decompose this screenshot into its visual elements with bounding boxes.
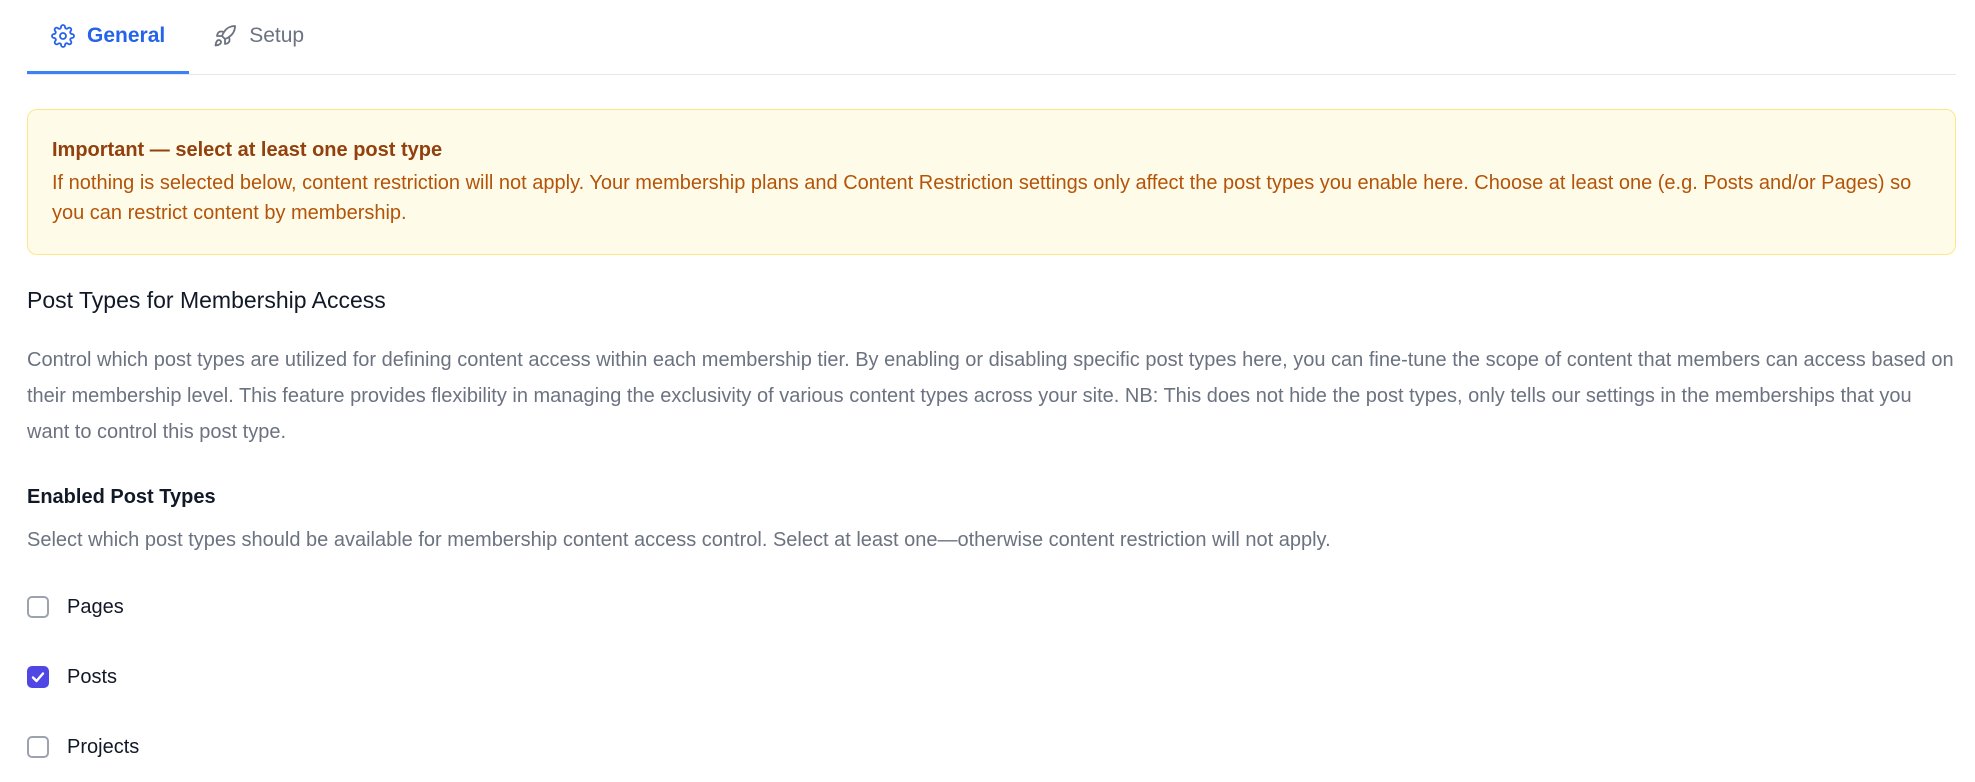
- warning-notice: Important — select at least one post typ…: [27, 109, 1956, 255]
- post-type-option-pages[interactable]: Pages: [27, 572, 139, 642]
- tab-general[interactable]: General: [27, 1, 190, 74]
- enabled-post-types-label: Enabled Post Types: [27, 486, 216, 508]
- posts-checkbox[interactable]: [27, 666, 49, 688]
- check-icon: [31, 672, 45, 683]
- post-type-option-posts[interactable]: Posts: [27, 642, 139, 712]
- notice-body: If nothing is selected below, content re…: [52, 172, 1912, 224]
- option-label: Pages: [67, 595, 124, 618]
- tab-setup[interactable]: Setup: [189, 1, 328, 74]
- option-label: Projects: [67, 735, 140, 758]
- tab-setup-label: Setup: [249, 24, 305, 47]
- section-description: Control which post types are utilized fo…: [27, 349, 1954, 443]
- enabled-post-types-help: Select which post types should be availa…: [27, 529, 1331, 551]
- projects-checkbox[interactable]: [27, 736, 49, 758]
- pages-checkbox[interactable]: [27, 596, 49, 618]
- gear-icon: [51, 24, 75, 48]
- post-type-options: Pages Posts Projects: [27, 572, 139, 782]
- post-type-option-projects[interactable]: Projects: [27, 712, 139, 782]
- rocket-icon: [213, 24, 237, 48]
- notice-title: Important — select at least one post typ…: [52, 139, 443, 161]
- section-title: Post Types for Membership Access: [27, 287, 386, 313]
- settings-page: General Setup Important — select at leas…: [0, 0, 1975, 778]
- option-label: Posts: [67, 665, 118, 688]
- tab-bar: General Setup: [27, 0, 1956, 75]
- tab-general-label: General: [87, 24, 166, 47]
